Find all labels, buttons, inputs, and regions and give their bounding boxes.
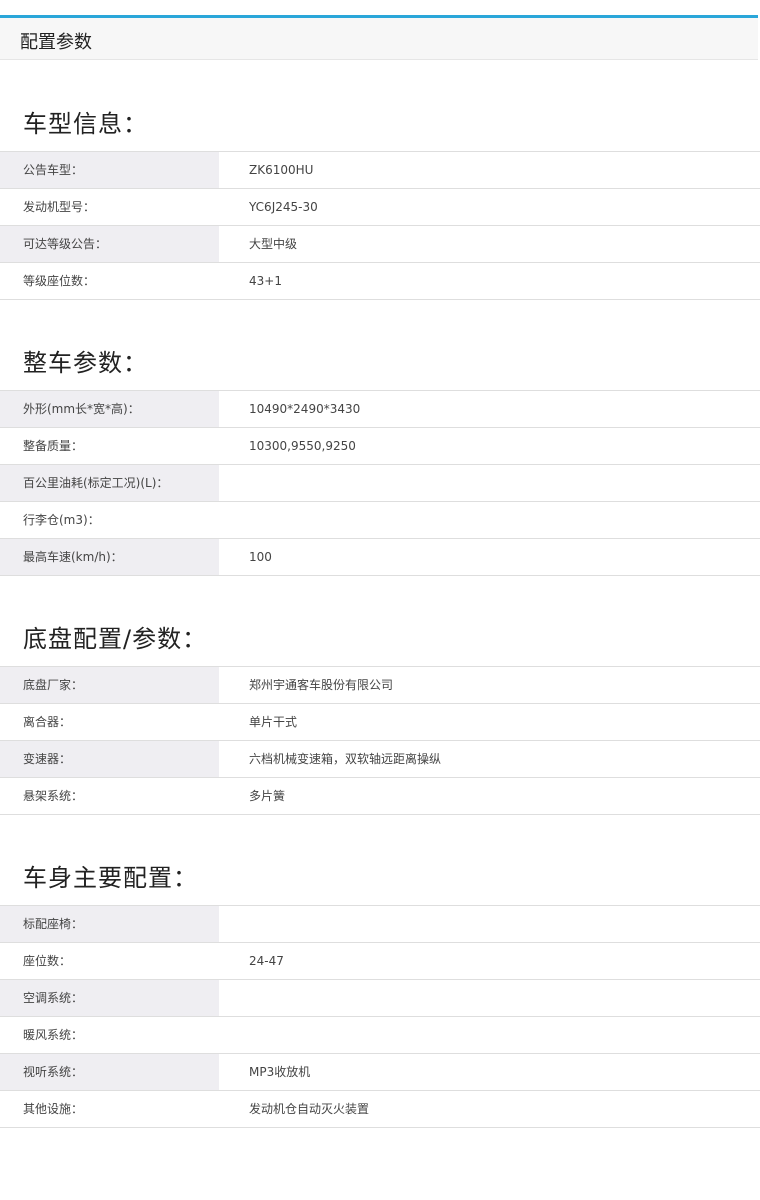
- table-row: 其他设施： 发动机仓自动灭火装置: [0, 1091, 760, 1128]
- spec-table: 标配座椅： 座位数： 24-47 空调系统： 暖风系统： 视听系统： MP3收放机 …: [0, 905, 760, 1128]
- row-value: 43+1: [249, 274, 282, 288]
- row-label: 空调系统：: [0, 980, 219, 1016]
- row-value: ZK6100HU: [249, 163, 314, 177]
- row-label: 最高车速(km/h)：: [0, 539, 219, 575]
- spec-table: 底盘厂家： 郑州宇通客车股份有限公司 离合器： 单片干式 变速器： 六档机械变速箱，双…: [0, 666, 760, 815]
- row-label: 外形(mm长*宽*高)：: [0, 391, 219, 427]
- table-row: 暖风系统：: [0, 1017, 760, 1054]
- section-vehicle-params: 整车参数： 外形(mm长*宽*高)： 10490*2490*3430 整备质量： 1…: [0, 336, 760, 576]
- table-row: 外形(mm长*宽*高)： 10490*2490*3430: [0, 391, 760, 428]
- row-label: 公告车型：: [0, 152, 219, 188]
- section-vehicle-info: 车型信息： 公告车型： ZK6100HU 发动机型号： YC6J245-30 可达等…: [0, 97, 760, 300]
- table-row: 百公里油耗(标定工况)(L)：: [0, 465, 760, 502]
- row-value: 郑州宇通客车股份有限公司: [249, 678, 394, 692]
- row-value: 100: [249, 550, 272, 564]
- row-label: 离合器：: [23, 715, 72, 729]
- row-value: 10300,9550,9250: [249, 439, 356, 453]
- section-body: 车身主要配置： 标配座椅： 座位数： 24-47 空调系统： 暖风系统： 视听系统…: [0, 851, 760, 1128]
- row-value: MP3收放机: [249, 1065, 311, 1079]
- row-label: 整备质量：: [23, 439, 84, 453]
- row-label: 悬架系统：: [23, 789, 84, 803]
- table-row: 可达等级公告： 大型中级: [0, 226, 760, 263]
- row-value: 大型中级: [249, 237, 298, 251]
- table-row: 最高车速(km/h)： 100: [0, 539, 760, 576]
- row-label: 标配座椅：: [0, 906, 219, 942]
- spec-table: 公告车型： ZK6100HU 发动机型号： YC6J245-30 可达等级公告： 大型…: [0, 151, 760, 300]
- row-label: 座位数：: [23, 954, 72, 968]
- row-value: 24-47: [249, 954, 284, 968]
- table-row: 等级座位数： 43+1: [0, 263, 760, 300]
- row-value: 发动机仓自动灭火装置: [249, 1102, 370, 1116]
- table-row: 离合器： 单片干式: [0, 704, 760, 741]
- row-value: 10490*2490*3430: [249, 402, 361, 416]
- table-row: 悬架系统： 多片簧: [0, 778, 760, 815]
- row-label: 发动机型号：: [23, 200, 96, 214]
- row-value: 单片干式: [249, 715, 298, 729]
- row-label: 行李仓(m3)：: [23, 513, 100, 527]
- row-label: 其他设施：: [23, 1102, 84, 1116]
- table-row: 空调系统：: [0, 980, 760, 1017]
- section-title: 底盘配置/参数：: [23, 625, 208, 653]
- table-row: 行李仓(m3)：: [0, 502, 760, 539]
- row-label: 底盘厂家：: [0, 667, 219, 703]
- section-chassis: 底盘配置/参数： 底盘厂家： 郑州宇通客车股份有限公司 离合器： 单片干式 变速器：…: [0, 612, 760, 815]
- section-title: 车型信息：: [23, 110, 148, 138]
- spec-table: 外形(mm长*宽*高)： 10490*2490*3430 整备质量： 10300,9…: [0, 390, 760, 576]
- row-value: 六档机械变速箱，双软轴远距离操纵: [249, 752, 442, 766]
- row-label: 暖风系统：: [23, 1028, 84, 1042]
- table-row: 标配座椅：: [0, 906, 760, 943]
- table-row: 视听系统： MP3收放机: [0, 1054, 760, 1091]
- table-row: 底盘厂家： 郑州宇通客车股份有限公司: [0, 667, 760, 704]
- table-row: 发动机型号： YC6J245-30: [0, 189, 760, 226]
- row-label: 等级座位数：: [23, 274, 96, 288]
- row-value: YC6J245-30: [249, 200, 318, 214]
- section-title: 车身主要配置：: [23, 864, 198, 892]
- row-label: 变速器：: [0, 741, 219, 777]
- row-label: 可达等级公告：: [0, 226, 219, 262]
- table-row: 整备质量： 10300,9550,9250: [0, 428, 760, 465]
- table-row: 座位数： 24-47: [0, 943, 760, 980]
- row-value: 多片簧: [249, 789, 286, 803]
- table-row: 变速器： 六档机械变速箱，双软轴远距离操纵: [0, 741, 760, 778]
- section-title: 整车参数：: [23, 349, 148, 377]
- row-label: 百公里油耗(标定工况)(L)：: [0, 465, 219, 501]
- table-row: 公告车型： ZK6100HU: [0, 152, 760, 189]
- page-title: 配置参数: [20, 32, 92, 53]
- row-label: 视听系统：: [0, 1054, 219, 1090]
- page-header: 配置参数: [0, 18, 758, 60]
